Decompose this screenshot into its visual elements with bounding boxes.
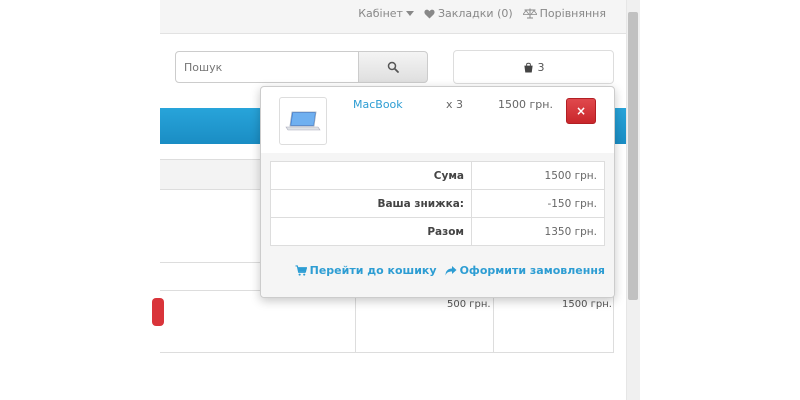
cart-count: 3 xyxy=(537,60,545,74)
search-icon xyxy=(387,61,399,73)
account-label: Кабінет xyxy=(358,7,403,20)
heart-icon xyxy=(424,9,435,19)
product-quantity: x 3 xyxy=(446,98,464,111)
totals-table: Сума 1500 грн. Ваша знижка: -150 грн. Ра… xyxy=(270,161,605,246)
shopping-bag-icon xyxy=(523,62,533,73)
total-value: 1350 грн. xyxy=(471,217,605,246)
search-input[interactable] xyxy=(175,51,359,83)
cart-actions: Перейти до кошику Оформити замовлення xyxy=(295,264,605,277)
cart-dropdown: MacBook x 3 1500 грн. × Сума 1500 грн. В… xyxy=(260,86,615,298)
subtotal-value: 1500 грн. xyxy=(471,161,605,190)
table-row: Ваша знижка: -150 грн. xyxy=(270,189,605,218)
account-dropdown[interactable]: Кабінет xyxy=(358,7,414,20)
cart-item-row: MacBook x 3 1500 грн. × xyxy=(261,87,614,153)
share-arrow-icon xyxy=(445,266,457,276)
compare-label: Порівняння xyxy=(539,7,606,20)
table-divider xyxy=(355,290,356,352)
view-cart-link[interactable]: Перейти до кошику xyxy=(295,264,437,277)
close-icon: × xyxy=(575,104,587,118)
subtotal-label: Сума xyxy=(270,161,472,190)
caret-down-icon xyxy=(405,11,414,16)
product-price: 1500 грн. xyxy=(498,98,553,111)
balance-scale-icon xyxy=(522,8,537,19)
checkout-label: Оформити замовлення xyxy=(459,264,605,277)
shopping-cart-icon xyxy=(295,265,307,276)
cart-totals-area: Сума 1500 грн. Ваша знижка: -150 грн. Ра… xyxy=(261,153,614,297)
remove-item-button[interactable]: × xyxy=(566,98,596,124)
scrollbar-thumb[interactable] xyxy=(628,12,638,300)
product-thumbnail[interactable] xyxy=(279,97,327,145)
laptop-image xyxy=(285,111,321,131)
top-links: Кабінет Закладки (0) Порівняння xyxy=(358,7,606,20)
checkout-link[interactable]: Оформити замовлення xyxy=(445,264,605,277)
table-row: Сума 1500 грн. xyxy=(270,161,605,190)
table-row: Разом 1350 грн. xyxy=(270,217,605,246)
compare-link[interactable]: Порівняння xyxy=(522,7,606,20)
discount-label: Ваша знижка: xyxy=(270,189,472,218)
product-link[interactable]: MacBook xyxy=(353,98,403,111)
wishlist-label: Закладки (0) xyxy=(437,7,513,20)
table-divider xyxy=(160,352,613,353)
remove-button-background[interactable] xyxy=(152,298,164,326)
cart-button[interactable]: 3 xyxy=(453,50,614,84)
search-button[interactable] xyxy=(358,51,428,83)
top-bar: Кабінет Закладки (0) Порівняння xyxy=(160,0,626,34)
unit-price: 500 грн. xyxy=(447,299,491,310)
discount-value: -150 грн. xyxy=(471,189,605,218)
table-divider xyxy=(493,290,494,352)
wishlist-link[interactable]: Закладки (0) xyxy=(424,7,513,20)
row-total: 1500 грн. xyxy=(562,299,612,310)
total-label: Разом xyxy=(270,217,472,246)
view-cart-label: Перейти до кошику xyxy=(309,264,437,277)
